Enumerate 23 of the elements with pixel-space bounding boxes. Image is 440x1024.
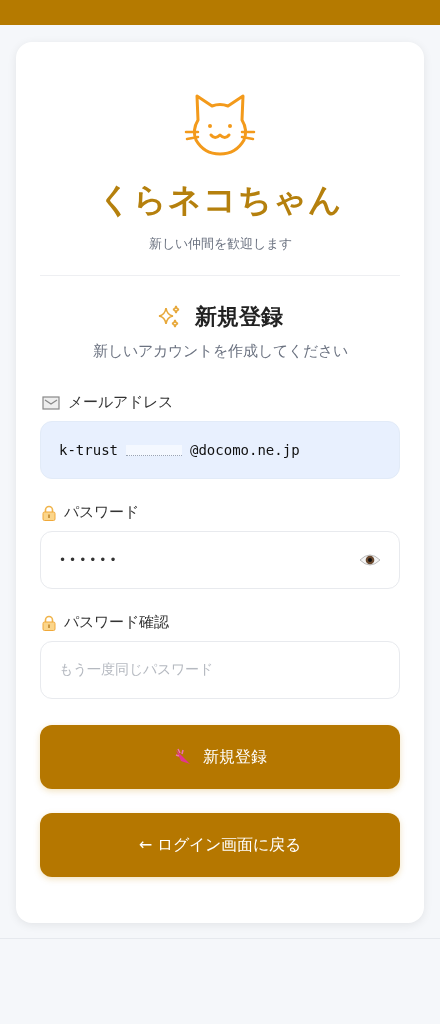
email-value: @docomo.ne.jp	[190, 442, 300, 458]
lock-icon	[42, 614, 56, 631]
field-label: メールアドレス	[68, 393, 173, 412]
tagline: 新しい仲間を歓迎します	[148, 235, 292, 253]
form-heading: 新規登録	[195, 303, 283, 331]
party-popper-icon	[173, 747, 193, 767]
cat-icon	[184, 92, 256, 158]
email-value: k-trust	[59, 442, 118, 458]
password-placeholder: もう一度同じパスワード	[59, 661, 213, 679]
field-label: パスワード	[64, 503, 139, 522]
lock-icon	[42, 504, 56, 521]
input-field[interactable]: ••••••	[40, 531, 400, 589]
input-field[interactable]: k-trust @docomo.ne.jp	[40, 421, 400, 479]
input-field[interactable]: もう一度同じパスワード	[40, 641, 400, 699]
form-subheading: 新しいアカウントを作成してください	[92, 342, 348, 361]
field-label: パスワード確認	[64, 613, 169, 632]
envelope-icon	[42, 395, 60, 410]
register-button[interactable]: 新規登録	[40, 725, 400, 789]
password-value: ••••••	[59, 553, 121, 567]
redaction-mark	[126, 444, 182, 456]
back-button[interactable]: ← ログイン画面に戻る	[40, 813, 400, 877]
app-title: くらネコちゃん	[97, 179, 343, 221]
eye-icon[interactable]	[359, 553, 381, 567]
